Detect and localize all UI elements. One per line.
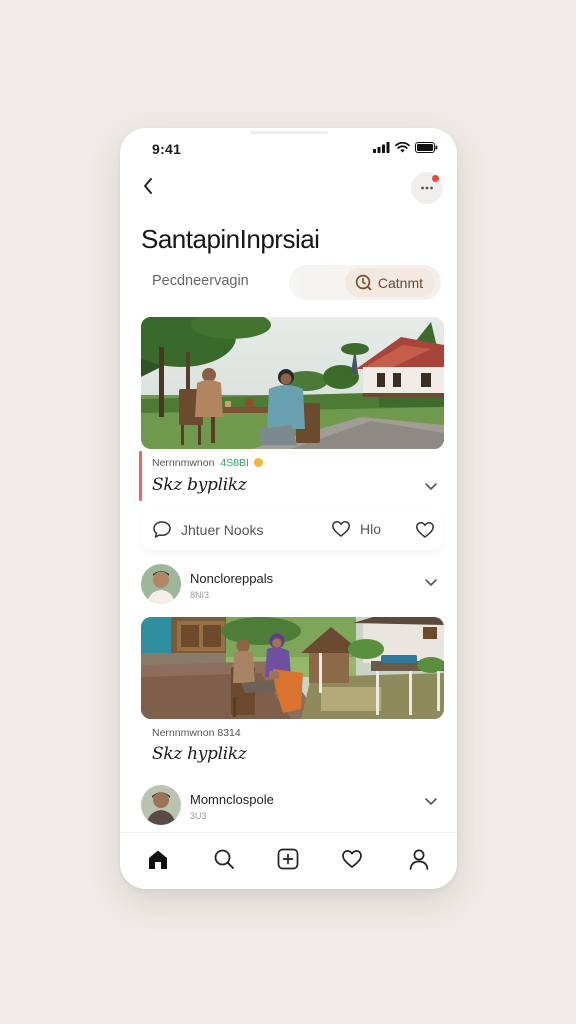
signal-icon (373, 142, 390, 153)
comment-label: Jhtuer Nooks (181, 521, 264, 538)
more-button[interactable] (411, 172, 443, 204)
nav-likes[interactable] (338, 845, 366, 873)
post-action-row: Jhtuer Nooks Hlo (142, 510, 442, 550)
chevron-down-icon[interactable] (423, 478, 439, 494)
page-subtitle: Pecdneervagin (152, 273, 249, 289)
heart-icon (332, 521, 350, 537)
search-icon (214, 849, 234, 869)
person-meta: 3U3 (190, 811, 207, 821)
post-tag: 4S8BI (220, 457, 249, 469)
like-label: Hlo (360, 521, 382, 537)
list-item[interactable]: Noncloreppals 8NI3 (141, 564, 441, 608)
add-icon (277, 848, 299, 870)
chevron-down-icon[interactable] (423, 793, 439, 809)
avatar-image (141, 785, 181, 825)
post-photo[interactable] (141, 317, 444, 449)
chevron-left-icon (144, 178, 152, 194)
avatar (141, 564, 181, 604)
avatar-image (141, 564, 181, 604)
post-photo[interactable] (141, 617, 444, 719)
coin-icon (253, 458, 263, 467)
back-button[interactable] (136, 174, 160, 198)
nav-add[interactable] (274, 845, 302, 873)
person-meta: 8NI3 (190, 590, 210, 600)
more-dots-icon (421, 186, 433, 190)
list-item[interactable]: Momnclospole 3U3 (141, 785, 441, 829)
heart-icon[interactable] (415, 521, 435, 539)
search-pill[interactable]: Catnmt (289, 265, 441, 300)
garden-dining-photo (141, 317, 444, 449)
search-icon (355, 274, 372, 291)
home-icon (149, 850, 167, 869)
status-time: 9:41 (152, 141, 182, 157)
nav-home[interactable] (144, 845, 172, 873)
comment-icon (153, 521, 171, 538)
heart-icon (342, 850, 362, 868)
profile-icon (409, 849, 429, 870)
battery-icon (415, 142, 438, 153)
status-icons (373, 142, 438, 153)
search-button[interactable]: Catnmt (344, 268, 435, 297)
bottom-nav (120, 832, 457, 889)
person-name: Momnclospole (190, 792, 274, 807)
nav-search[interactable] (210, 845, 238, 873)
chevron-down-icon[interactable] (423, 574, 439, 590)
terrace-couple-photo (141, 617, 444, 719)
post-title: Skz byplikz (152, 475, 247, 495)
search-label: Catnmt (377, 274, 423, 291)
phone-screen: 9:41 SantapinInprsiai Pecdneervagin Catn… (120, 128, 457, 889)
post-meta-text: Nernnmwnon (152, 457, 215, 469)
avatar (141, 785, 181, 825)
wifi-icon (395, 142, 410, 153)
like-button[interactable]: Hlo (331, 520, 381, 538)
post-accent-bar (139, 451, 142, 501)
comment-button[interactable]: Jhtuer Nooks (152, 520, 263, 539)
page-title: SantapinInprsiai (141, 224, 320, 254)
person-name: Noncloreppals (190, 571, 274, 586)
speaker-grille (250, 131, 328, 134)
post-title: Skz hyplikz (152, 744, 247, 764)
notification-dot (432, 175, 439, 182)
post-meta: Nernnmwnon 4S8BI (152, 457, 263, 469)
post-meta: Nernnmwnon 8314 (152, 727, 241, 739)
nav-profile[interactable] (405, 845, 433, 873)
